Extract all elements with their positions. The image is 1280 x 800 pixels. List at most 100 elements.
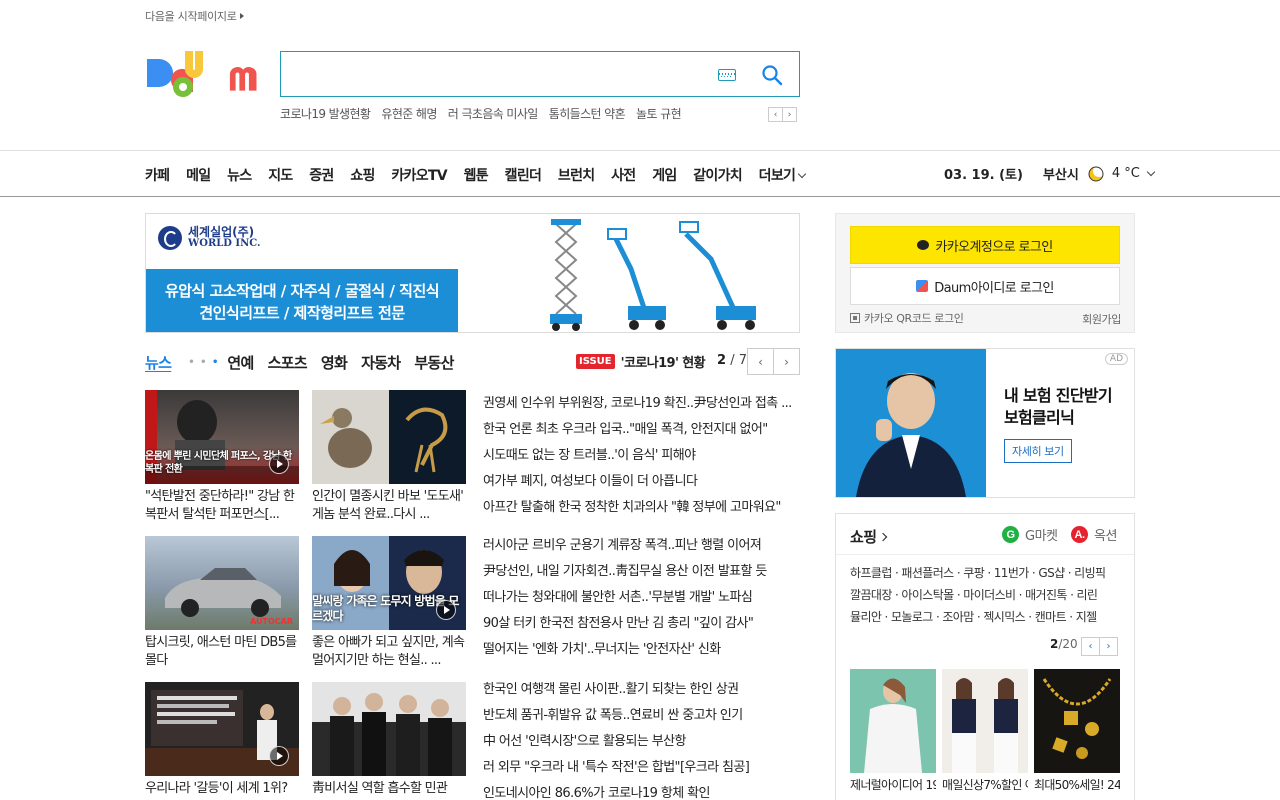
news-caption[interactable]: 우리나라 '갈등'이 세계 1위? <box>145 780 299 800</box>
shopping-links: 하프클럽 · 패션플러스 · 쿠팡 · 11번가 · GS샵 · 리빙픽 깔끔대… <box>850 562 1122 628</box>
list-item[interactable]: 떨어지는 '엔화 가치'..무너지는 '안전자산' 신화 <box>483 637 798 663</box>
chevron-down-icon <box>797 169 807 178</box>
arrow-right-icon <box>239 13 244 19</box>
daum-logo[interactable] <box>145 49 263 101</box>
nav-item[interactable]: 지도 <box>268 165 293 185</box>
chevron-right-icon[interactable]: › <box>773 348 800 375</box>
list-item[interactable]: 러 외무 "우크라 내 '특수 작전'은 합법"[우크라 침공] <box>483 755 798 781</box>
start-page-link[interactable]: 다음을 시작페이지로 <box>145 8 244 24</box>
tab-sports[interactable]: 스포츠 <box>268 352 308 373</box>
auction-link[interactable]: A. 옥션 <box>1071 525 1117 544</box>
list-item[interactable]: 한국 언론 최초 우크라 입국.."매일 폭격, 안전지대 없어" <box>483 417 798 443</box>
list-item[interactable]: 여가부 폐지, 여성보다 이들이 더 아픕니다 <box>483 469 798 495</box>
chevron-left-icon[interactable]: ‹ <box>747 348 774 375</box>
list-item[interactable]: 권영세 인수위 부위원장, 코로나19 확진..尹당선인과 접촉 ... <box>483 391 798 417</box>
nav-item[interactable]: 카카오TV <box>391 165 447 185</box>
play-icon <box>436 600 456 620</box>
daum-d-icon <box>916 280 929 292</box>
list-item[interactable]: 90살 터키 한국전 참전용사 만난 김 총리 "깊이 감사" <box>483 611 798 637</box>
product-card[interactable]: 최대50%세일! 24k쿠키목걸이 <box>1034 669 1120 793</box>
nav-item[interactable]: 카페 <box>145 165 170 185</box>
list-item[interactable]: 러시아군 르비우 군용기 계류장 폭격..피난 행렬 이어져 <box>483 533 798 559</box>
trending-keyword[interactable]: 놀토 규현 <box>636 105 682 122</box>
news-thumbnail[interactable] <box>312 682 466 776</box>
search-input[interactable] <box>291 60 711 88</box>
news-caption[interactable]: 좋은 아빠가 되고 싶지만, 계속 멀어지기만 하는 현실.. ... <box>312 634 466 670</box>
chevron-right-icon[interactable]: › <box>782 107 797 122</box>
issue-link[interactable]: ISSUE '코로나19' 현황 <box>576 352 706 371</box>
tab-news[interactable]: 뉴스 <box>145 352 172 373</box>
more-menu-button[interactable]: 더보기 <box>759 165 807 185</box>
keyboard-icon[interactable] <box>718 69 736 81</box>
nav-item[interactable]: 쇼핑 <box>350 165 375 185</box>
search-box <box>280 51 800 97</box>
product-image <box>942 669 1028 773</box>
news-caption[interactable]: 탑시크릿, 애스턴 마틴 DB5를 몰다 <box>145 634 299 670</box>
tab-realestate[interactable]: 부동산 <box>414 352 454 373</box>
news-caption[interactable]: 인간이 멸종시킨 바보 '도도새' 게놈 분석 완료..다시 ... <box>312 488 466 524</box>
signup-link[interactable]: 회원가입 <box>1082 311 1121 327</box>
nav-item[interactable]: 사전 <box>611 165 636 185</box>
kakao-login-button[interactable]: 카카오계정으로 로그인 <box>850 226 1120 264</box>
news-thumbnail[interactable]: 말씨랑 가족은 도무지 방법을 모르겠다 <box>312 536 466 630</box>
ad-more-button[interactable]: 자세히 보기 <box>1004 439 1072 463</box>
nav-item[interactable]: 뉴스 <box>227 165 252 185</box>
weather-location[interactable]: 부산시 <box>1043 164 1079 183</box>
list-item[interactable]: 반도체 품귀-휘발유 값 폭등..연료비 싼 중고차 인기 <box>483 703 798 729</box>
current-date: 03. 19. (토) <box>944 168 1023 183</box>
nav-item[interactable]: 증권 <box>309 165 334 185</box>
news-caption[interactable]: "석탄발전 중단하라!" 강남 한복판서 탈석탄 퍼포먼스[... <box>145 488 299 524</box>
news-list: 한국인 여행객 몰린 사이판..활기 되찾는 한인 상권 반도체 품귀-휘발유 … <box>483 677 798 800</box>
nav-item[interactable]: 웹툰 <box>464 165 489 185</box>
nav-item[interactable]: 메일 <box>186 165 211 185</box>
daum-login-button[interactable]: Daum아이디로 로그인 <box>850 267 1120 305</box>
global-nav: 카페 메일 뉴스 지도 증권 쇼핑 카카오TV 웹툰 캘린더 브런치 사전 게임… <box>0 150 1280 197</box>
chevron-down-icon[interactable] <box>1146 167 1156 177</box>
play-icon <box>269 454 289 474</box>
trending-keyword[interactable]: 러 극초음속 미사일 <box>448 105 539 122</box>
list-item[interactable]: 시도때도 없는 장 트러블..'이 음식' 피해야 <box>483 443 798 469</box>
search-icon[interactable] <box>761 64 783 86</box>
side-ad[interactable]: AD 내 보험 진단받기 보험클리닉 자세히 보기 <box>835 348 1135 498</box>
chevron-left-icon[interactable]: ‹ <box>1081 637 1100 656</box>
shop-link-row[interactable]: 깔끔대장 · 아이스탁몰 · 마이더스비 · 매거진톡 · 리린 <box>850 584 1122 606</box>
tab-movie[interactable]: 영화 <box>321 352 348 373</box>
shop-link-row[interactable]: 뮬리안 · 모놀로그 · 조아맘 · 젝시믹스 · 캔마트 · 지젤 <box>850 606 1122 628</box>
trending-keyword[interactable]: 유현준 해명 <box>381 105 437 122</box>
product-card[interactable]: 제너럴아이디어 19,000원 <box>850 669 936 793</box>
nav-item[interactable]: 캘린더 <box>505 165 542 185</box>
list-item[interactable]: 中 어선 '인력시장'으로 활용되는 부산항 <box>483 729 798 755</box>
list-item[interactable]: 한국인 여행객 몰린 사이판..활기 되찾는 한인 상권 <box>483 677 798 703</box>
list-item[interactable]: 尹당선인, 내일 기자회견..靑집무실 용산 이전 발표할 듯 <box>483 559 798 585</box>
qr-login-link[interactable]: 카카오 QR코드 로그인 <box>850 310 964 326</box>
trending-keyword[interactable]: 코로나19 발생현황 <box>280 105 371 122</box>
list-item[interactable]: 아프간 탈출해 한국 정착한 치과의사 "韓 정부에 고마워요" <box>483 495 798 521</box>
gmarket-icon: G <box>1002 526 1019 543</box>
nav-item[interactable]: 게임 <box>652 165 677 185</box>
list-item[interactable]: 떠나가는 청와대에 불안한 서촌..'무분별 개발' 노파심 <box>483 585 798 611</box>
tab-car[interactable]: 자동차 <box>361 352 401 373</box>
dodo-photo <box>320 390 466 484</box>
news-thumbnail[interactable] <box>145 682 299 776</box>
nav-item[interactable]: 같이가치 <box>693 165 742 185</box>
news-thumbnail[interactable]: AUTOCAR <box>145 536 299 630</box>
nav-item[interactable]: 브런치 <box>558 165 595 185</box>
lift-machines-image <box>550 219 756 331</box>
trending-keyword[interactable]: 톰히들스턴 약혼 <box>549 105 626 122</box>
news-thumbnail[interactable]: 온몸에 뿌린 시민단체 퍼포스, 강남 한복판 전환 <box>145 390 299 484</box>
shop-pager: ‹ › <box>1081 637 1118 656</box>
shopping-box: 쇼핑 G G마켓 A. 옥션 하프클럽 · 패션플러스 · 쿠팡 · 11번가 … <box>835 513 1135 800</box>
shopping-title[interactable]: 쇼핑 <box>850 526 888 547</box>
gmarket-link[interactable]: G G마켓 <box>1002 525 1058 544</box>
list-item[interactable]: 인도네시아인 86.6%가 코로나19 항체 확인 <box>483 781 798 800</box>
chevron-right-icon[interactable]: › <box>1099 637 1118 656</box>
chevron-left-icon[interactable]: ‹ <box>768 107 783 122</box>
news-caption[interactable]: 靑비서실 역할 흡수할 민관 <box>312 780 466 800</box>
tab-entertainment[interactable]: 연예 <box>227 352 254 373</box>
shop-link-row[interactable]: 하프클럽 · 패션플러스 · 쿠팡 · 11번가 · GS샵 · 리빙픽 <box>850 562 1122 584</box>
news-thumbnail[interactable] <box>312 390 466 484</box>
news-list: 러시아군 르비우 군용기 계류장 폭격..피난 행렬 이어져 尹당선인, 내일 … <box>483 533 798 663</box>
news-tabs: 뉴스 • • • 연예 스포츠 영화 자동차 부동산 <box>145 352 468 373</box>
ad-banner[interactable]: 세계실업(주) WORLD INC. 유압식 고소작업대 / 자주식 / 굴절식… <box>145 213 800 333</box>
product-card[interactable]: 매일신상7%할인 아이보리데이리룩 <box>942 669 1028 793</box>
